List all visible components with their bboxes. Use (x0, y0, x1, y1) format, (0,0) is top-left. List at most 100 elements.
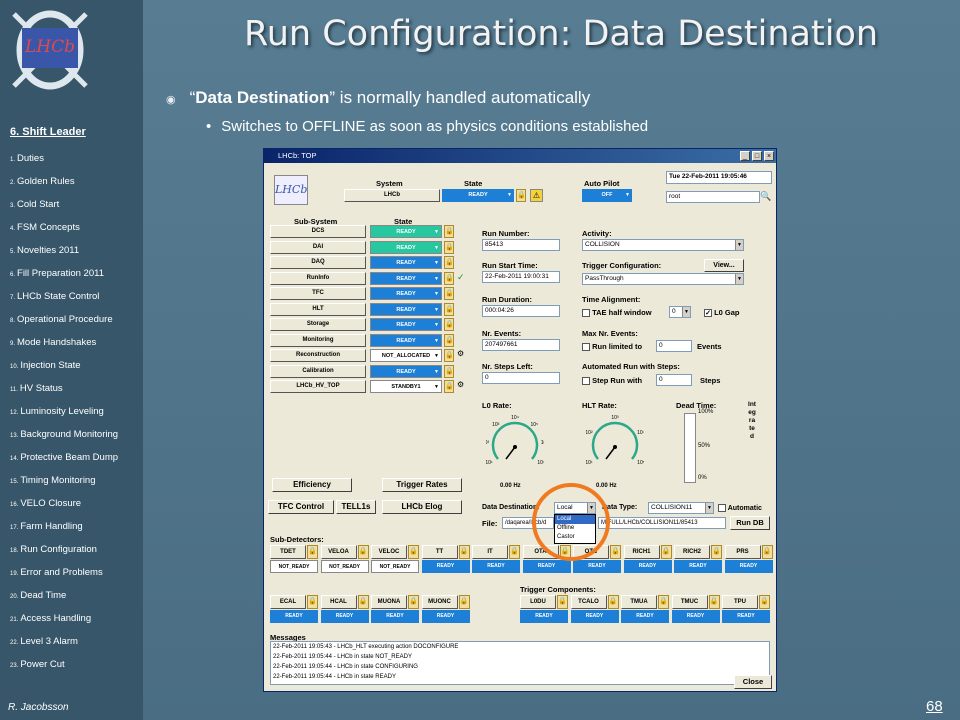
subsystem-state[interactable]: READY ▼ (370, 225, 442, 238)
subsystem-state[interactable]: READY ▼ (370, 318, 442, 331)
lock-icon[interactable]: 🔒 (444, 271, 454, 285)
lock-icon[interactable]: 🔒 (607, 595, 619, 609)
lock-icon[interactable]: 🔒 (444, 349, 454, 362)
subsystem-state[interactable]: STANDBY1 ▼ (370, 380, 442, 393)
subsystem-state[interactable]: NOT_ALLOCATED ▼ (370, 349, 442, 362)
lock-icon[interactable]: 🔒 (458, 595, 470, 609)
toc-item[interactable]: 17. Farm Handling (10, 520, 118, 543)
toc-item[interactable]: 19. Error and Problems (10, 566, 118, 589)
subdetector-button[interactable]: TPU (722, 595, 758, 609)
subdetector-button[interactable]: TT (421, 545, 458, 559)
l0gap-checkbox[interactable]: ✓ L0 Gap (704, 308, 740, 318)
subdetector-button[interactable]: RICH2 (674, 545, 710, 559)
trigger-rates-button[interactable]: Trigger Rates (382, 478, 462, 492)
messages-log[interactable]: 22-Feb-2011 19:05:43 - LHCb_HLT executin… (270, 641, 770, 685)
lock-icon[interactable]: 🔒 (408, 595, 419, 609)
subsystem-button[interactable]: RunInfo (270, 271, 366, 285)
system-button[interactable]: LHCb (344, 189, 440, 202)
subdetector-state[interactable]: NOT_READY (320, 560, 369, 573)
toc-item[interactable]: 21. Access Handling (10, 612, 118, 635)
toc-item[interactable]: 12. Luminosity Leveling (10, 405, 118, 428)
checkbox-icon[interactable] (718, 504, 726, 512)
toc-item[interactable]: 15. Timing Monitoring (10, 474, 118, 497)
subdetector-state[interactable]: READY (320, 610, 369, 623)
page-number[interactable]: 68 (926, 698, 943, 715)
lock-icon[interactable]: 🔒 (307, 595, 318, 609)
toc-item[interactable]: 10. Injection State (10, 359, 118, 382)
subdetector-button[interactable]: VELOA (320, 545, 357, 559)
subdetector-button[interactable]: MUONC (421, 595, 458, 609)
lock-icon[interactable]: 🔒 (759, 595, 770, 609)
subsystem-state[interactable]: READY ▼ (370, 240, 442, 254)
toc-item[interactable]: 23. Power Cut (10, 658, 118, 681)
toc-item[interactable]: 14. Protective Beam Dump (10, 451, 118, 474)
wrench-icon[interactable]: ⚙ (457, 380, 464, 389)
tae-checkbox[interactable]: TAE half window (582, 308, 652, 318)
window-titlebar[interactable]: LHCb: TOP _ □ × (264, 149, 776, 163)
subdetector-state[interactable]: READY (671, 610, 720, 623)
tfc-control-button[interactable]: TFC Control (268, 500, 334, 514)
run-db-button[interactable]: Run DB (730, 516, 770, 530)
subsystem-button[interactable]: DCS (270, 225, 366, 238)
toc-item[interactable]: 16. VELO Closure (10, 497, 118, 520)
run-limited-checkbox[interactable]: Run limited to (582, 342, 642, 352)
subsystem-button[interactable]: Calibration (270, 364, 366, 378)
lock-icon[interactable]: 🔒 (307, 545, 318, 559)
subdetector-button[interactable]: VELOC (371, 545, 407, 559)
subsystem-button[interactable]: DAI (270, 240, 366, 254)
checkbox-icon[interactable] (582, 309, 590, 318)
checkbox-icon[interactable] (582, 343, 590, 352)
lock-icon[interactable]: 🔒 (444, 256, 454, 269)
wrench-icon[interactable]: ⚙ (457, 349, 464, 358)
lock-icon[interactable]: 🔒 (444, 380, 454, 393)
warning-icon[interactable]: ⚠ (530, 189, 543, 202)
lock-icon[interactable]: 🔒 (444, 333, 454, 347)
lock-icon[interactable]: 🔒 (708, 595, 720, 609)
toc-item[interactable]: 7. LHCb State Control (10, 290, 118, 313)
data-type-select[interactable]: COLLISION11 ▼ (648, 502, 714, 514)
subdetector-state[interactable]: READY (520, 610, 568, 623)
autopilot-state[interactable]: OFF ▼ (582, 189, 632, 202)
subsystem-button[interactable]: DAQ (270, 256, 366, 269)
lock-icon[interactable]: 🔒 (444, 240, 454, 254)
subsystem-button[interactable]: TFC (270, 287, 366, 300)
subdetector-state[interactable]: READY (724, 560, 773, 573)
lock-icon[interactable]: 🔒 (444, 364, 454, 378)
toc-item[interactable]: 13. Background Monitoring (10, 428, 118, 451)
toc-item[interactable]: 1. Duties (10, 152, 118, 175)
subdetector-state[interactable]: READY (371, 610, 419, 623)
lock-icon[interactable]: 🔒 (444, 302, 454, 316)
subsystem-state[interactable]: READY ▼ (370, 364, 442, 378)
subsystem-button[interactable]: LHCb_HV_TOP (270, 380, 366, 393)
subsystem-state[interactable]: READY ▼ (370, 333, 442, 347)
subdetector-state[interactable]: READY (421, 610, 470, 623)
lock-icon[interactable]: 🔒 (660, 545, 672, 559)
subsystem-state[interactable]: READY ▼ (370, 256, 442, 269)
subdetector-button[interactable]: HCAL (320, 595, 357, 609)
tae-select[interactable]: 0 ▼ (669, 306, 691, 318)
lock-icon[interactable]: 🔒 (408, 545, 419, 559)
subdetector-button[interactable]: L0DU (520, 595, 556, 609)
toc-item[interactable]: 5. Novelties 2011 (10, 244, 118, 267)
subdetector-state[interactable]: READY (623, 560, 672, 573)
subdetector-state[interactable]: NOT_READY (371, 560, 419, 573)
subdetector-state[interactable]: READY (472, 560, 520, 573)
tell1s-button[interactable]: TELL1s (336, 500, 376, 514)
lock-icon[interactable]: 🔒 (357, 545, 369, 559)
toc-item[interactable]: 6. Fill Preparation 2011 (10, 267, 118, 290)
subsystem-state[interactable]: READY ▼ (370, 302, 442, 316)
maximize-icon[interactable]: □ (752, 151, 762, 161)
subdetector-state[interactable]: NOT_READY (270, 560, 318, 573)
automatic-checkbox[interactable]: Automatic (718, 504, 762, 512)
checkbox-icon[interactable] (582, 377, 590, 386)
lock-icon[interactable]: 🔒 (557, 595, 568, 609)
step-field[interactable]: 0 (656, 374, 692, 386)
subdetector-state[interactable]: READY (621, 610, 669, 623)
lock-icon[interactable]: 🔒 (658, 595, 669, 609)
subdetector-state[interactable]: READY (570, 610, 619, 623)
lock-icon[interactable]: 🔒 (509, 545, 520, 559)
lhcb-elog-button[interactable]: LHCb Elog (382, 500, 462, 514)
toc-item[interactable]: 3. Cold Start (10, 198, 118, 221)
efficiency-button[interactable]: Efficiency (272, 478, 352, 492)
lock-icon[interactable]: 🔒 (357, 595, 369, 609)
